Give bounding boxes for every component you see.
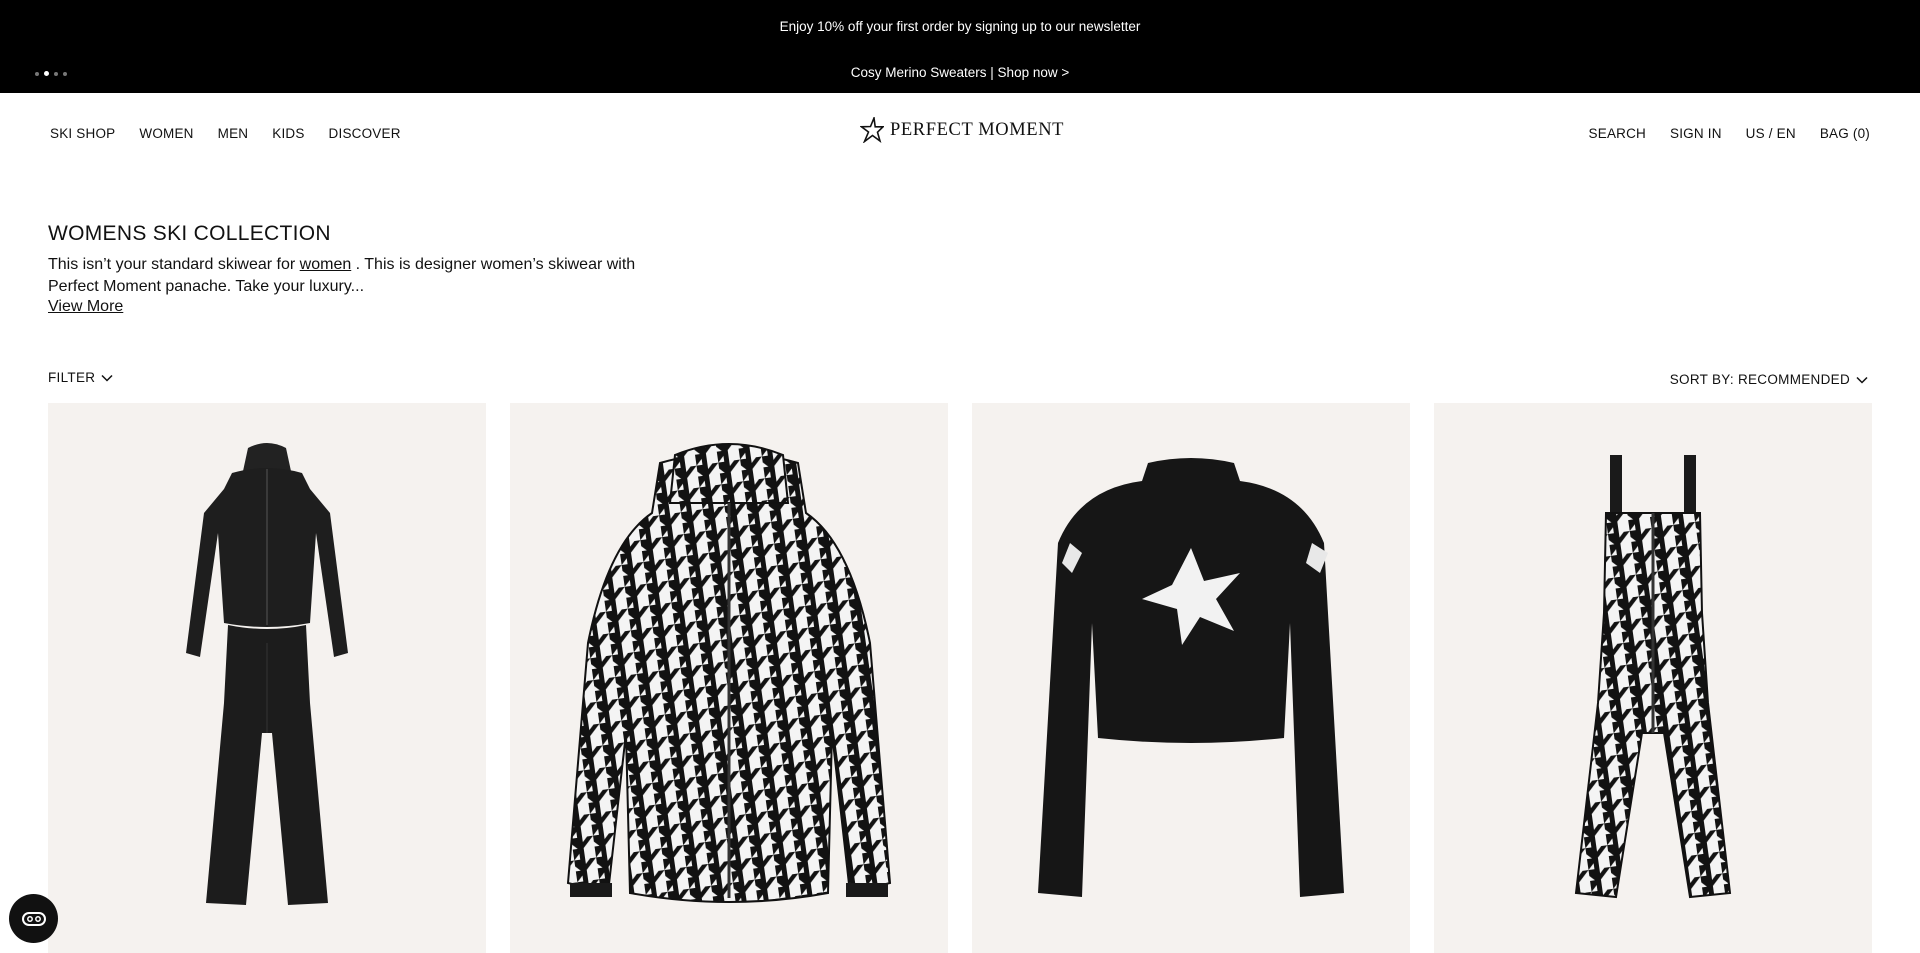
product-card[interactable] xyxy=(510,403,948,953)
sort-label: SORT BY: RECOMMENDED xyxy=(1669,372,1850,387)
sort-dropdown[interactable]: SORT BY: RECOMMENDED xyxy=(1670,372,1868,387)
bag-link[interactable]: BAG (0) xyxy=(1820,126,1870,141)
search-link[interactable]: SEARCH xyxy=(1589,126,1646,141)
collection-intro: This isn’t your standard skiwear for wom… xyxy=(48,254,668,298)
product-card[interactable] xyxy=(48,403,486,953)
nav-ski-shop[interactable]: SKI SHOP xyxy=(50,126,115,141)
product-image-houndstooth-puffer xyxy=(566,443,892,903)
page-title: WOMENS SKI COLLECTION xyxy=(48,222,331,245)
announcement-bar: Enjoy 10% off your first order by signin… xyxy=(0,0,1920,93)
product-card[interactable] xyxy=(972,403,1410,953)
brand-name: PERFECT MOMENT xyxy=(890,119,1065,140)
nav-men[interactable]: MEN xyxy=(218,126,249,141)
sign-in-link[interactable]: SIGN IN xyxy=(1670,126,1722,141)
nav-discover[interactable]: DISCOVER xyxy=(329,126,401,141)
locale-selector[interactable]: US / EN xyxy=(1746,126,1796,141)
filter-label: FILTER xyxy=(48,370,96,385)
product-image-houndstooth-bib xyxy=(1574,455,1732,899)
announcement-promo-link[interactable]: Cosy Merino Sweaters | Shop now > xyxy=(0,65,1920,80)
intro-women-link[interactable]: women xyxy=(300,256,352,273)
nav-women[interactable]: WOMEN xyxy=(139,126,193,141)
chevron-down-icon xyxy=(101,374,113,382)
announcement-newsletter[interactable]: Enjoy 10% off your first order by signin… xyxy=(0,19,1920,34)
product-image-star-sweater xyxy=(1038,458,1344,897)
utility-nav: SEARCH SIGN IN US / EN BAG (0) xyxy=(1589,126,1870,141)
site-header: SKI SHOP WOMEN MEN KIDS DISCOVER PERFECT… xyxy=(0,93,1920,173)
main-nav: SKI SHOP WOMEN MEN KIDS DISCOVER xyxy=(50,126,401,141)
product-image-black-jacket-pants xyxy=(186,443,348,905)
nav-kids[interactable]: KIDS xyxy=(272,126,304,141)
star-icon xyxy=(860,117,884,143)
view-more-link[interactable]: View More xyxy=(48,298,123,316)
intro-text-before: This isn’t your standard skiwear for xyxy=(48,256,300,273)
filter-button[interactable]: FILTER xyxy=(48,370,113,385)
chat-button[interactable] xyxy=(9,894,58,943)
chat-icon xyxy=(21,911,46,926)
product-card[interactable] xyxy=(1434,403,1872,953)
chevron-down-icon xyxy=(1856,376,1868,384)
brand-logo[interactable]: PERFECT MOMENT xyxy=(860,117,1064,143)
